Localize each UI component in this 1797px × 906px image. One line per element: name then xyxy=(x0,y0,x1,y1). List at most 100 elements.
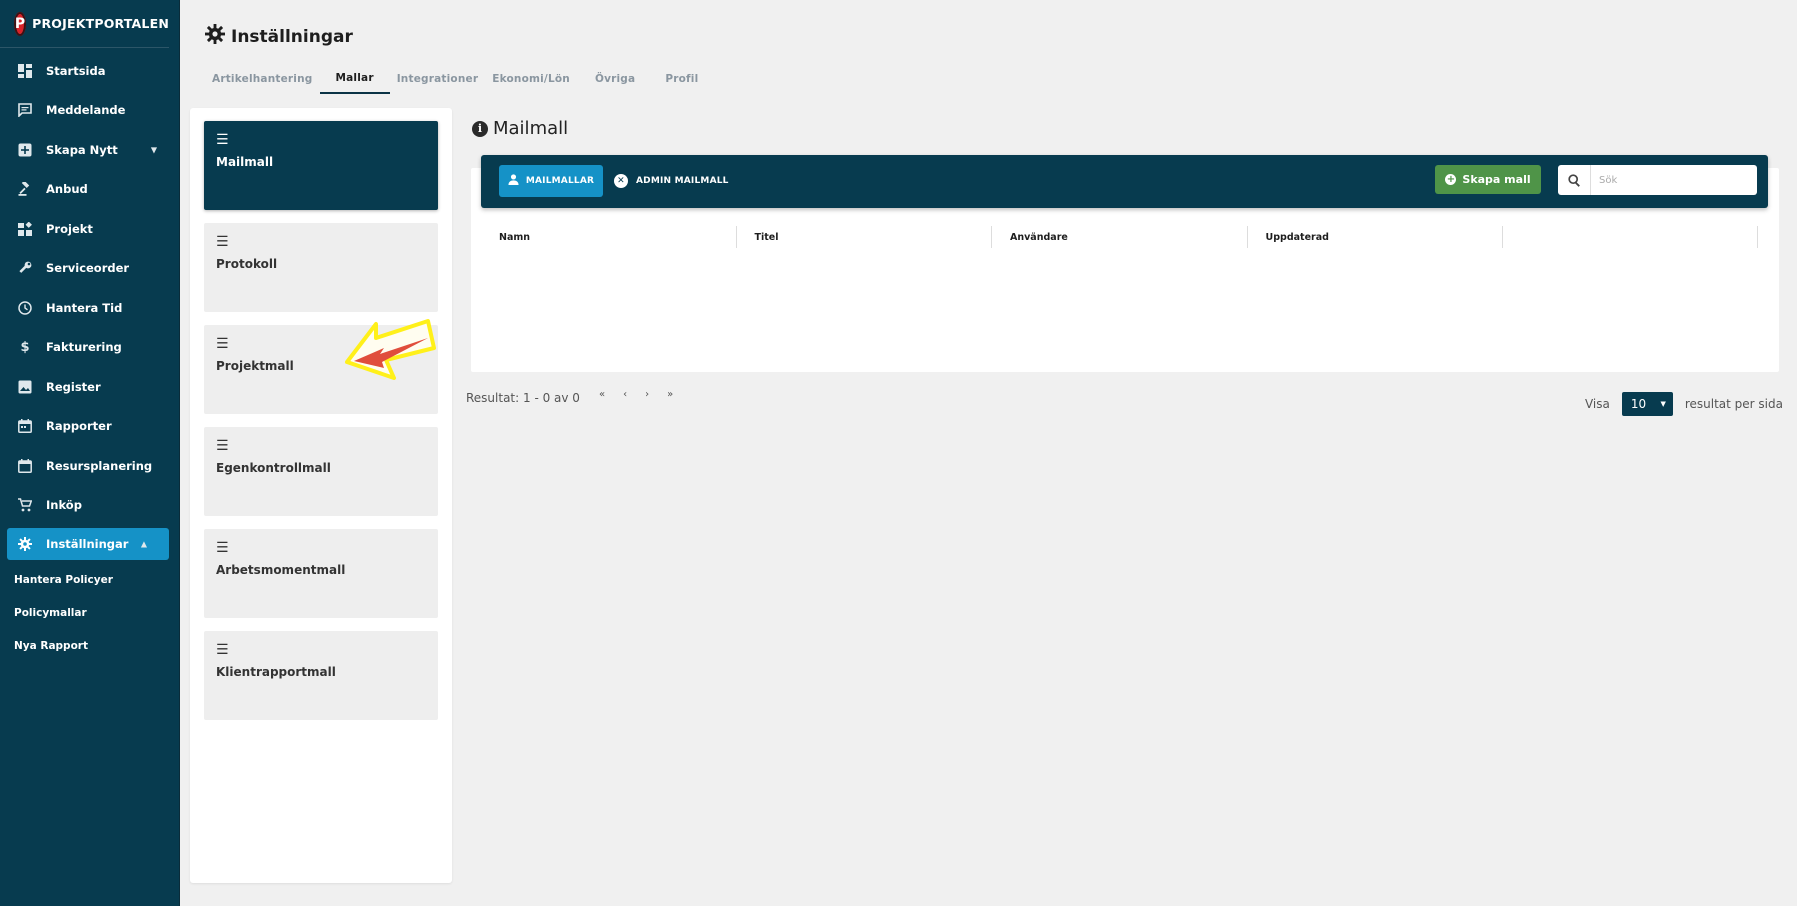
sub-item-hantera-policyer[interactable]: Hantera Policyer xyxy=(0,563,179,596)
per-page-value: 10 xyxy=(1630,397,1647,411)
widgets-icon xyxy=(17,221,33,237)
sidebar-item-label: Rapporter xyxy=(46,419,112,434)
caret-down-icon: ▼ xyxy=(150,145,157,155)
brand-name: PROJEKTPORTALEN xyxy=(32,16,169,31)
sidebar: P PROJEKTPORTALEN Startsida Meddelande S… xyxy=(0,0,180,906)
template-label: Egenkontrollmall xyxy=(216,461,331,475)
image-icon xyxy=(17,379,33,395)
section-title: Mailmall xyxy=(493,118,569,139)
mailmallar-button[interactable]: MAILMALLAR xyxy=(499,165,603,197)
tab-mallar[interactable]: Mallar xyxy=(319,66,390,94)
sidebar-item-label: Projekt xyxy=(46,221,93,236)
sidebar-item-meddelande[interactable]: Meddelande xyxy=(0,91,179,131)
sidebar-item-label: Inställningar xyxy=(46,537,129,551)
sidebar-item-register[interactable]: Register xyxy=(0,367,179,407)
sidebar-item-label: Register xyxy=(46,379,101,394)
template-card-arbetsmomentmall[interactable]: ☰ Arbetsmomentmall xyxy=(204,529,438,618)
sidebar-item-label: Meddelande xyxy=(46,103,126,118)
sidebar-nav: Startsida Meddelande Skapa Nytt ▼ Anbud xyxy=(0,51,179,560)
list-icon: ☰ xyxy=(216,540,229,556)
tab-ovriga[interactable]: Övriga xyxy=(577,66,653,94)
sidebar-item-serviceorder[interactable]: Serviceorder xyxy=(0,249,179,289)
column-header-titel[interactable]: Titel xyxy=(737,226,992,248)
sidebar-item-label: Serviceorder xyxy=(46,261,130,276)
cart-icon xyxy=(17,497,33,513)
template-card-klientrapportmall[interactable]: ☰ Klientrapportmall xyxy=(204,631,438,720)
list-icon: ☰ xyxy=(216,132,229,148)
tab-ekonomi-lon[interactable]: Ekonomi/Lön xyxy=(485,66,577,94)
brand-logo-icon: P xyxy=(14,11,27,36)
list-icon: ☰ xyxy=(216,438,229,454)
first-page-button[interactable]: « xyxy=(599,389,605,400)
add-circle-icon: + xyxy=(1445,173,1457,185)
template-panel: ☰ Mailmall ☰ Protokoll ☰ Projektmall ☰ E… xyxy=(190,108,452,883)
create-template-button[interactable]: + Skapa mall xyxy=(1435,165,1541,194)
sidebar-item-rapporter[interactable]: Rapporter xyxy=(0,407,179,447)
prev-page-button[interactable]: ‹ xyxy=(623,389,627,400)
dashboard-icon xyxy=(17,63,33,79)
template-label: Mailmall xyxy=(216,155,274,169)
per-page-select[interactable]: 10 ▼ xyxy=(1621,392,1673,416)
sidebar-item-installningar[interactable]: Inställningar ▲ xyxy=(7,528,169,560)
template-label: Arbetsmomentmall xyxy=(216,563,346,577)
sidebar-item-projekt[interactable]: Projekt xyxy=(0,209,179,249)
tab-profil[interactable]: Profil xyxy=(653,66,705,94)
next-page-button[interactable]: › xyxy=(645,389,649,400)
last-page-button[interactable]: » xyxy=(667,389,673,400)
settings-tabs: Artikelhantering Mallar Integrationer Ek… xyxy=(205,66,705,94)
sidebar-item-resursplanering[interactable]: Resursplanering xyxy=(0,446,179,486)
template-card-mailmall[interactable]: ☰ Mailmall xyxy=(204,121,438,210)
column-header-anvandare[interactable]: Användare xyxy=(992,226,1248,248)
per-page-suffix: resultat per sida xyxy=(1684,397,1783,411)
annotation-arrow-icon xyxy=(345,319,436,380)
sub-item-policymallar[interactable]: Policymallar xyxy=(0,596,179,629)
list-icon: ☰ xyxy=(216,234,229,250)
chevron-down-icon: ▼ xyxy=(1660,400,1666,408)
template-card-egenkontrollmall[interactable]: ☰ Egenkontrollmall xyxy=(204,427,438,516)
sidebar-item-label: Startsida xyxy=(46,63,106,78)
create-template-label: Skapa mall xyxy=(1462,173,1531,186)
info-icon: i xyxy=(472,120,488,137)
mailmallar-label: MAILMALLAR xyxy=(525,176,595,186)
sidebar-item-inkop[interactable]: Inköp xyxy=(0,486,179,526)
sidebar-item-label: Anbud xyxy=(46,182,88,197)
tab-integrationer[interactable]: Integrationer xyxy=(390,66,486,94)
wrench-icon xyxy=(17,260,33,276)
sub-item-nya-rapport[interactable]: Nya Rapport xyxy=(0,629,179,662)
clock-icon xyxy=(17,300,33,316)
settings-sub-nav: Hantera Policyer Policymallar Nya Rappor… xyxy=(0,563,179,662)
sidebar-item-label: Resursplanering xyxy=(46,458,153,473)
calendar-blank-icon xyxy=(17,458,33,474)
table-toolbar: MAILMALLAR ✕ ADMIN MAILMALL + Skapa mall xyxy=(481,155,1768,208)
gear-icon xyxy=(205,24,225,49)
sidebar-item-fakturering[interactable]: $ Fakturering xyxy=(0,328,179,368)
table-header-row: Namn Titel Användare Uppdaterad xyxy=(481,226,1768,248)
gear-icon xyxy=(17,536,33,552)
sidebar-item-label: Inköp xyxy=(46,498,82,513)
sidebar-item-label: Skapa Nytt xyxy=(46,142,118,157)
sidebar-item-hantera-tid[interactable]: Hantera Tid xyxy=(0,288,179,328)
template-label: Klientrapportmall xyxy=(216,665,336,679)
page-header: Inställningar xyxy=(205,24,353,49)
sidebar-item-startsida[interactable]: Startsida xyxy=(0,51,179,91)
search-input[interactable] xyxy=(1591,166,1757,194)
pagination: Resultat: 1 - 0 av 0 « ‹ › » xyxy=(466,389,682,406)
sidebar-item-label: Hantera Tid xyxy=(46,300,123,315)
tab-artikelhantering[interactable]: Artikelhantering xyxy=(205,66,320,94)
template-card-protokoll[interactable]: ☰ Protokoll xyxy=(204,223,438,312)
close-circle-icon: ✕ xyxy=(614,174,628,188)
main-title: i Mailmall xyxy=(472,118,568,139)
admin-mailmall-label: ADMIN MAILMALL xyxy=(636,176,729,186)
message-icon xyxy=(17,102,33,118)
search-icon[interactable] xyxy=(1558,165,1591,195)
admin-mailmall-button[interactable]: ✕ ADMIN MAILMALL xyxy=(614,165,729,197)
gavel-icon xyxy=(17,181,33,197)
column-header-namn[interactable]: Namn xyxy=(481,226,737,248)
sidebar-item-anbud[interactable]: Anbud xyxy=(0,170,179,210)
dollar-icon: $ xyxy=(20,339,30,355)
template-label: Protokoll xyxy=(216,257,278,271)
brand[interactable]: P PROJEKTPORTALEN xyxy=(0,0,169,48)
per-page-show-label: Visa xyxy=(1584,397,1610,411)
column-header-uppdaterad[interactable]: Uppdaterad xyxy=(1248,226,1503,248)
sidebar-item-skapa-nytt[interactable]: Skapa Nytt ▼ xyxy=(0,130,179,170)
